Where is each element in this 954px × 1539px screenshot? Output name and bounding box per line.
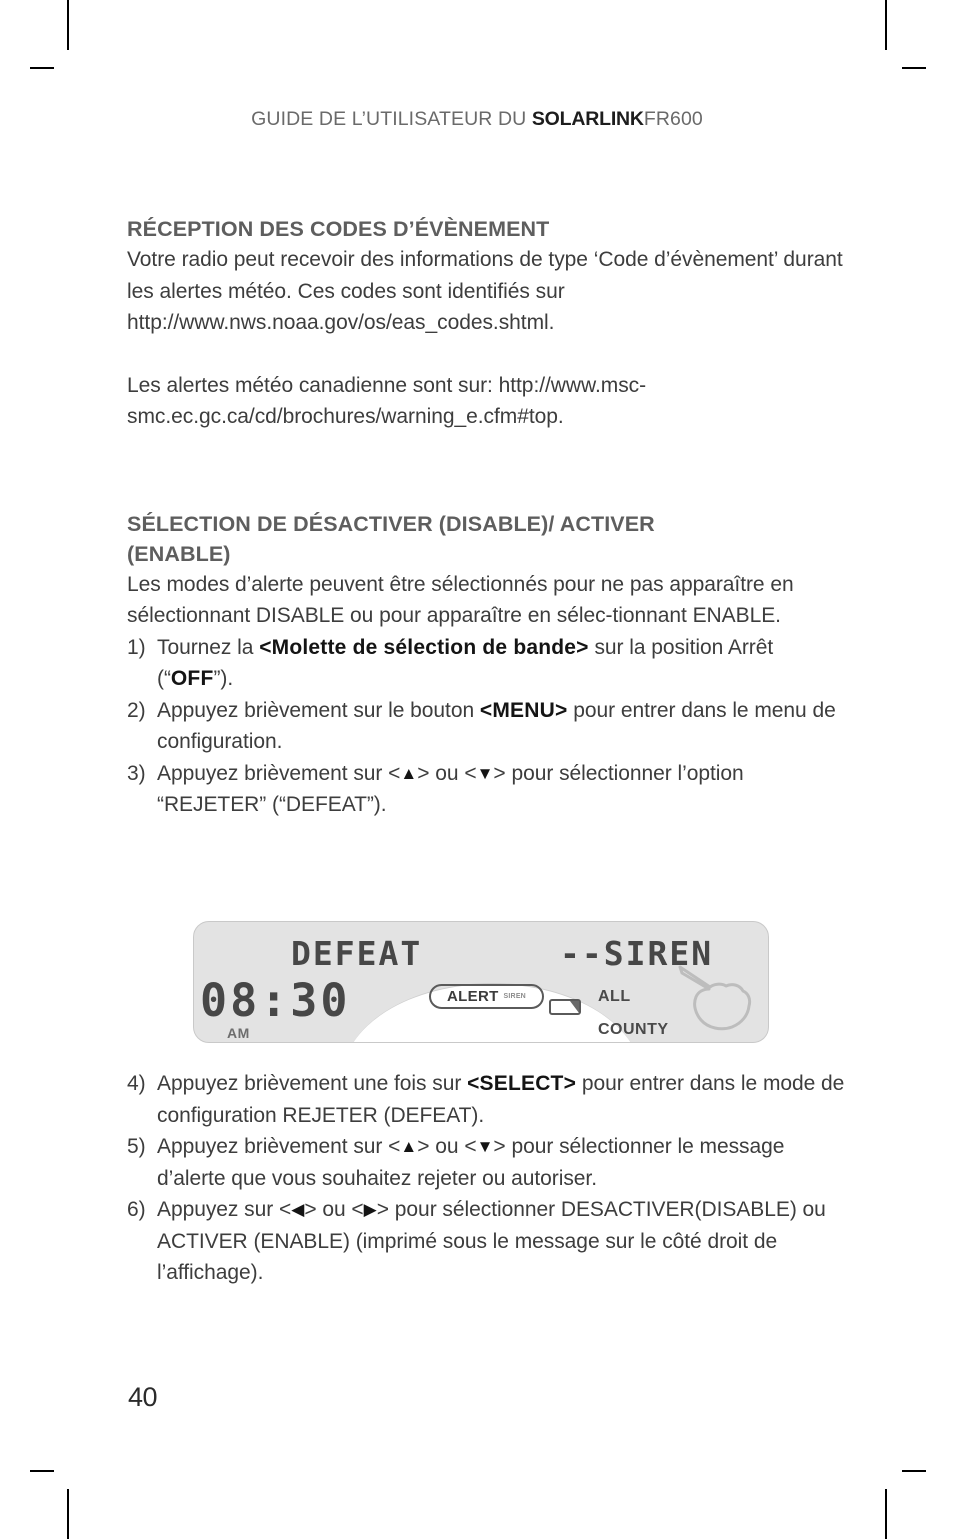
arrow-up-icon: ▲ [400,763,418,783]
page-content-lower: 4) Appuyez brièvement une fois sur <SELEC… [127,1068,847,1289]
steps-list-before-figure: 1) Tournez la <Molette de sélection de ba… [127,632,847,821]
lcd-all-label: ALL [598,988,631,1005]
arrow-down-icon: ▼ [476,763,494,783]
step-text-pre: Tournez la [157,635,260,659]
list-item: 3) Appuyez brièvement sur <▲> ou <▼> pour… [127,758,847,821]
running-header-prefix: GUIDE DE L’UTILISATEUR DU [251,108,532,130]
lcd-alert-badge: ALERT SIREN [429,984,544,1009]
section-title-event-codes: RÉCEPTION DES CODES D’ÉVÈNEMENT [127,217,550,241]
section-title-disable-enable-line2: (ENABLE) [127,541,231,566]
steps-list-after-figure: 4) Appuyez brièvement une fois sur <SELEC… [127,1068,847,1289]
crop-mark-top-right-vertical [885,0,887,50]
running-header: GUIDE DE L’UTILISATEUR DU SOLARLINKFR600 [0,108,954,131]
lcd-county-label: COUNTY [598,1021,669,1038]
lcd-meridiem-label: AM [227,1025,250,1041]
lcd-alert-siren-label: SIREN [503,993,526,1000]
list-item: 5) Appuyez brièvement sur <▲> ou <▼> pour… [127,1131,847,1194]
pointing-hand-icon [678,965,752,1031]
arrow-left-icon: ◀ [291,1200,305,1219]
crop-mark-top-left-vertical [67,0,69,50]
arrow-down-icon: ▼ [476,1137,494,1156]
list-item: 6) Appuyez sur <◀> ou <▶> pour sélectionn… [127,1194,847,1289]
step-bold-menu: <MENU> [479,698,568,722]
crop-mark-bottom-right-vertical [885,1489,887,1539]
page-number: 40 [128,1382,158,1412]
paragraph-event-codes-2: Les alertes météo canadienne sont sur: h… [127,373,647,429]
crop-mark-top-left-horizontal [30,67,54,69]
step-text-pre: Appuyez brièvement une fois sur [157,1072,468,1095]
step-text-pre: Appuyez sur [157,1198,279,1221]
key-up-reference: <▲> [388,761,430,785]
page-content: RÉCEPTION DES CODES D’ÉVÈNEMENT Votre ra… [127,214,847,821]
lcd-clock-time: 08:30 [200,974,351,1027]
step-number: 4) [127,1072,146,1095]
key-down-reference: <▼> [464,761,506,785]
list-item: 1) Tournez la <Molette de sélection de ba… [127,632,847,695]
key-right-reference: <▶> [351,1198,390,1221]
battery-icon [549,999,581,1015]
step-number: 2) [127,698,146,722]
lcd-alert-label: ALERT [447,988,499,1005]
lcd-mode-text: DEFEAT [291,934,423,973]
paragraph-disable-enable-intro: Les modes d’alerte peuvent être sélectio… [127,572,794,628]
list-item: 2) Appuyez brièvement sur le bouton <MENU… [127,695,847,758]
step-text-pre: Appuyez brièvement sur [157,761,389,785]
step-text-mid: ou [316,1198,352,1221]
step-number: 1) [127,635,146,659]
list-item: 4) Appuyez brièvement une fois sur <SELEC… [127,1068,847,1131]
crop-mark-top-right-horizontal [902,67,926,69]
step-bold-off: OFF [170,667,214,690]
arrow-right-icon: ▶ [363,1200,377,1219]
lcd-panel: DEFEAT --SIREN 08:30 AM ALERT SIREN ALL … [193,921,769,1043]
arrow-up-icon: ▲ [400,1137,418,1156]
running-header-brand: SOLARLINK [531,108,644,130]
step-text-mid: ou [429,1135,465,1158]
crop-mark-bottom-left-vertical [67,1489,69,1539]
crop-mark-bottom-right-horizontal [902,1470,926,1472]
step-text-pre: Appuyez brièvement sur [157,1135,389,1158]
lcd-display-figure: DEFEAT --SIREN 08:30 AM ALERT SIREN ALL … [193,921,769,1043]
paragraph-event-codes-1: Votre radio peut recevoir des informatio… [127,248,843,334]
key-up-reference: <▲> [388,1135,430,1158]
crop-mark-bottom-left-horizontal [30,1470,54,1472]
step-number: 6) [127,1198,146,1221]
step-number: 3) [127,761,146,785]
step-text-mid: ou [429,761,465,785]
key-left-reference: <◀> [278,1198,317,1221]
key-down-reference: <▼> [464,1135,506,1158]
running-header-model: FR600 [643,108,703,130]
step-bold-band-selector: <Molette de sélection de bande> [259,635,589,659]
step-bold-select: <SELECT> [467,1072,577,1095]
step-text-post: ”). [213,667,234,690]
step-number: 5) [127,1135,146,1158]
section-title-disable-enable-line1: SÉLECTION DE DÉSACTIVER (DISABLE)/ ACTIV… [127,511,655,536]
step-text-pre: Appuyez brièvement sur le bouton [157,698,480,722]
